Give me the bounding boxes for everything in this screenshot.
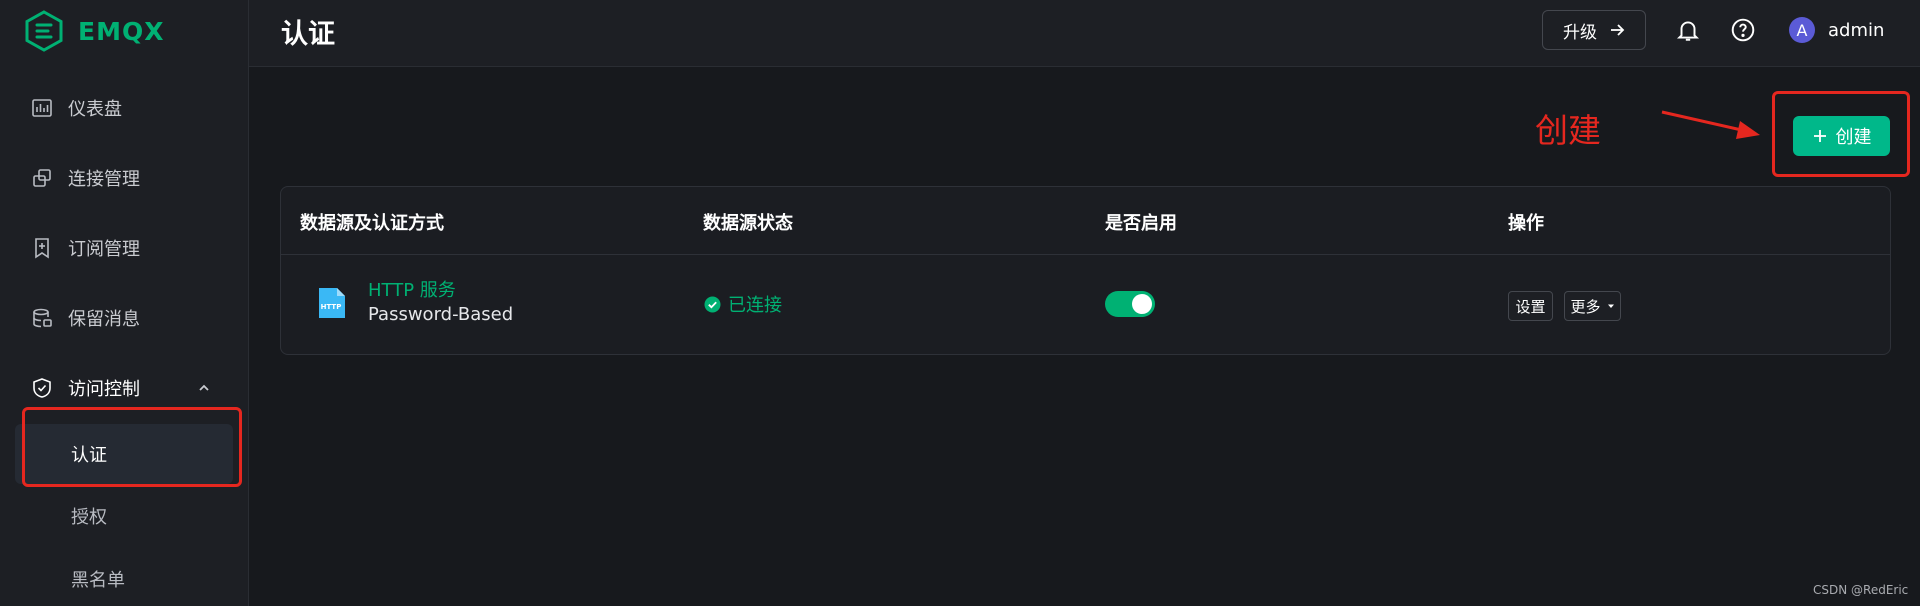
retained-messages-icon bbox=[30, 306, 54, 330]
sidebar-item-access-control[interactable]: 访问控制 bbox=[30, 368, 230, 408]
plus-icon bbox=[1812, 128, 1828, 144]
table-header: 数据源及认证方式 数据源状态 是否启用 操作 bbox=[281, 187, 1890, 255]
user-menu[interactable]: A admin bbox=[1789, 16, 1884, 44]
more-label: 更多 bbox=[1570, 297, 1601, 316]
http-file-icon: HTTP bbox=[319, 288, 345, 318]
auth-mechanism: Password-Based bbox=[368, 304, 514, 325]
sidebar-item-retained-messages[interactable]: 保留消息 bbox=[30, 298, 230, 338]
annotation-label: 创建 bbox=[1535, 111, 1601, 150]
enable-toggle[interactable] bbox=[1105, 291, 1155, 317]
toggle-knob bbox=[1132, 294, 1152, 314]
sidebar-subitem-label: 授权 bbox=[71, 507, 107, 528]
sidebar: EMQX 仪表盘 连接管理 订阅管理 保留消息 访问控制 认证 授权 黑名单 bbox=[0, 0, 249, 606]
sidebar-subitem-authentication[interactable]: 认证 bbox=[15, 424, 233, 484]
sidebar-item-connections[interactable]: 连接管理 bbox=[30, 158, 230, 198]
logo-text: EMQX bbox=[78, 16, 165, 46]
column-header-source: 数据源及认证方式 bbox=[300, 213, 444, 234]
watermark: CSDN @RedEric bbox=[1813, 583, 1909, 597]
sidebar-subitem-blacklist[interactable]: 黑名单 bbox=[15, 549, 233, 606]
sidebar-item-subscriptions[interactable]: 订阅管理 bbox=[30, 228, 230, 268]
sidebar-item-label: 订阅管理 bbox=[68, 239, 140, 260]
upgrade-button[interactable]: 升级 bbox=[1542, 10, 1646, 50]
chevron-up-icon bbox=[196, 380, 212, 396]
subscriptions-icon bbox=[30, 236, 54, 260]
sidebar-item-label: 保留消息 bbox=[68, 309, 140, 330]
status-badge: 已连接 bbox=[704, 291, 782, 317]
caret-down-icon bbox=[1607, 304, 1614, 308]
upgrade-label: 升级 bbox=[1563, 22, 1597, 43]
svg-text:HTTP: HTTP bbox=[321, 303, 342, 311]
sidebar-subitem-label: 黑名单 bbox=[71, 570, 125, 591]
connections-icon bbox=[30, 166, 54, 190]
header: 认证 升级 A admin bbox=[249, 0, 1920, 67]
sidebar-item-label: 访问控制 bbox=[68, 379, 140, 400]
settings-label: 设置 bbox=[1515, 297, 1546, 316]
page-title: 认证 bbox=[281, 19, 335, 50]
column-header-status: 数据源状态 bbox=[703, 213, 793, 234]
sidebar-subitem-label: 认证 bbox=[71, 445, 107, 466]
username: admin bbox=[1828, 19, 1885, 41]
authentication-table: 数据源及认证方式 数据源状态 是否启用 操作 HTTP HTTP 服务 Pass… bbox=[280, 186, 1891, 355]
settings-button[interactable]: 设置 bbox=[1508, 291, 1553, 321]
sidebar-item-label: 仪表盘 bbox=[68, 99, 122, 120]
avatar: A bbox=[1789, 17, 1815, 43]
column-header-actions: 操作 bbox=[1508, 213, 1544, 234]
dashboard-icon bbox=[30, 96, 54, 120]
sidebar-item-dashboard[interactable]: 仪表盘 bbox=[30, 88, 230, 128]
create-button[interactable]: 创建 bbox=[1793, 116, 1890, 156]
more-button[interactable]: 更多 bbox=[1564, 291, 1621, 321]
emqx-logo-icon bbox=[25, 10, 63, 52]
emqx-logo[interactable]: EMQX bbox=[24, 10, 164, 52]
table-row: HTTP HTTP 服务 Password-Based 已连接 设置 更多 bbox=[281, 255, 1890, 355]
check-circle-icon bbox=[704, 296, 721, 312]
bell-icon[interactable] bbox=[1674, 16, 1702, 44]
source-name-link[interactable]: HTTP 服务 bbox=[368, 276, 456, 302]
sidebar-item-label: 连接管理 bbox=[68, 169, 140, 190]
status-text: 已连接 bbox=[728, 295, 782, 316]
column-header-enabled: 是否启用 bbox=[1105, 213, 1177, 234]
help-icon[interactable] bbox=[1729, 16, 1757, 44]
arrow-right-icon bbox=[1609, 22, 1625, 38]
annotation-arrow bbox=[1661, 110, 1760, 139]
shield-icon bbox=[30, 376, 54, 400]
create-label: 创建 bbox=[1835, 127, 1872, 148]
sidebar-subitem-authorization[interactable]: 授权 bbox=[15, 486, 233, 546]
